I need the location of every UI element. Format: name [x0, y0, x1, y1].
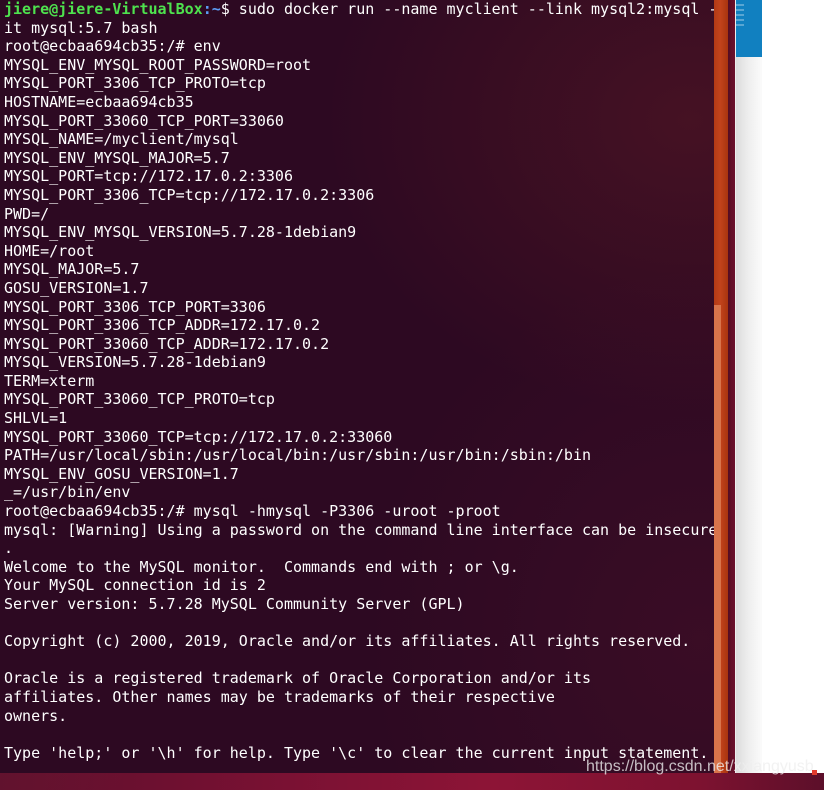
- terminal-text: Type 'help;' or '\h' for help. Type '\c'…: [4, 743, 709, 762]
- terminal-line: TERM=xterm: [0, 372, 714, 391]
- terminal-line: HOME=/root: [0, 242, 714, 261]
- terminal-text: _=/usr/bin/env: [4, 483, 131, 502]
- page-scrollbar-grip-icon: [736, 4, 744, 26]
- terminal-text: MYSQL_PORT_3306_TCP=tcp://172.17.0.2:330…: [4, 185, 375, 204]
- terminal-text: Copyright (c) 2000, 2019, Oracle and/or …: [4, 632, 691, 651]
- terminal-line: MYSQL_PORT_33060_TCP=tcp://172.17.0.2:33…: [0, 428, 714, 447]
- terminal-text: MYSQL_PORT_33060_TCP_PROTO=tcp: [4, 390, 275, 409]
- terminal-text: MYSQL_ENV_MYSQL_VERSION=5.7.28-1debian9: [4, 223, 357, 242]
- terminal-line: MYSQL_NAME=/myclient/mysql: [0, 130, 714, 149]
- terminal-line: MYSQL_ENV_MYSQL_MAJOR=5.7: [0, 149, 714, 168]
- terminal-text: Your MySQL connection id is 2: [4, 576, 266, 595]
- terminal-text: mysql: [Warning] Using a password on the…: [4, 520, 714, 539]
- terminal-line: MYSQL_ENV_GOSU_VERSION=1.7: [0, 465, 714, 484]
- terminal-text: HOSTNAME=ecbaa694cb35: [4, 92, 194, 111]
- terminal-line: MYSQL_VERSION=5.7.28-1debian9: [0, 353, 714, 372]
- terminal-line: MYSQL_PORT_3306_TCP_PROTO=tcp: [0, 74, 714, 93]
- terminal-text: MYSQL_PORT_33060_TCP_PORT=33060: [4, 111, 284, 130]
- terminal-line: MYSQL_MAJOR=5.7: [0, 260, 714, 279]
- page-scrollbar-track[interactable]: [736, 57, 762, 773]
- terminal-text: Welcome to the MySQL monitor. Commands e…: [4, 557, 519, 576]
- terminal-text: .: [4, 539, 14, 558]
- terminal-line: MYSQL_PORT_3306_TCP=tcp://172.17.0.2:330…: [0, 186, 714, 205]
- terminal-text: MYSQL_PORT_3306_TCP_PORT=3306: [4, 297, 266, 316]
- terminal-text: PATH=/usr/local/sbin:/usr/local/bin:/usr…: [4, 446, 591, 465]
- terminal-line: jiere@jiere-VirtualBox:~$ sudo docker ru…: [0, 0, 714, 19]
- prompt-user-host: jiere@jiere-VirtualBox: [4, 0, 203, 18]
- terminal-line: HOSTNAME=ecbaa694cb35: [0, 93, 714, 112]
- terminal-text: it mysql:5.7 bash: [4, 18, 158, 37]
- terminal-line: affiliates. Other names may be trademark…: [0, 688, 714, 707]
- terminal-line: root@ecbaa694cb35:/# mysql -hmysql -P330…: [0, 502, 714, 521]
- terminal-line: SHLVL=1: [0, 409, 714, 428]
- terminal-text: GOSU_VERSION=1.7: [4, 278, 149, 297]
- terminal-command: mysql -hmysql -P3306 -uroot -proot: [184, 502, 501, 521]
- terminal-text: MYSQL_PORT_33060_TCP_ADDR=172.17.0.2: [4, 334, 330, 353]
- terminal-line: GOSU_VERSION=1.7: [0, 279, 714, 298]
- terminal-line: Type 'help;' or '\h' for help. Type '\c'…: [0, 744, 714, 763]
- terminal-line: Copyright (c) 2000, 2019, Oracle and/or …: [0, 632, 714, 651]
- terminal-line: .: [0, 539, 714, 558]
- terminal-line: mysql: [Warning] Using a password on the…: [0, 521, 714, 540]
- terminal-line: [0, 614, 714, 633]
- terminal-line: [0, 725, 714, 744]
- terminal-line: MYSQL_ENV_MYSQL_VERSION=5.7.28-1debian9: [0, 223, 714, 242]
- terminal-line: _=/usr/bin/env: [0, 483, 714, 502]
- prompt-sigil: $: [220, 0, 230, 18]
- terminal-text: MYSQL_PORT=tcp://172.17.0.2:3306: [4, 167, 293, 186]
- terminal-text: MYSQL_PORT_3306_TCP_ADDR=172.17.0.2: [4, 316, 321, 335]
- terminal-command: sudo docker run --name myclient --link m…: [229, 0, 714, 18]
- terminal-window[interactable]: jiere@jiere-VirtualBox:~$ sudo docker ru…: [0, 0, 728, 773]
- terminal-line: [0, 651, 714, 670]
- terminal-line: Server version: 5.7.28 MySQL Community S…: [0, 595, 714, 614]
- terminal-text: MYSQL_PORT_33060_TCP=tcp://172.17.0.2:33…: [4, 427, 393, 446]
- terminal-line: [0, 762, 714, 773]
- terminal-text: Server version: 5.7.28 MySQL Community S…: [4, 595, 465, 613]
- terminal-line: Your MySQL connection id is 2: [0, 576, 714, 595]
- terminal-text: Oracle is a registered trademark of Orac…: [4, 669, 591, 688]
- terminal-text: affiliates. Other names may be trademark…: [4, 687, 555, 706]
- terminal-line: PATH=/usr/local/sbin:/usr/local/bin:/usr…: [0, 446, 714, 465]
- terminal-line: owners.: [0, 707, 714, 726]
- terminal-output-area[interactable]: jiere@jiere-VirtualBox:~$ sudo docker ru…: [0, 0, 714, 773]
- terminal-text: PWD=/: [4, 204, 50, 223]
- terminal-line: MYSQL_PORT_33060_TCP_PORT=33060: [0, 112, 714, 131]
- terminal-text: HOME=/root: [4, 241, 95, 260]
- terminal-scrollbar-thumb[interactable]: [714, 305, 721, 773]
- terminal-line: MYSQL_PORT_3306_TCP_ADDR=172.17.0.2: [0, 316, 714, 335]
- terminal-text: MYSQL_NAME=/myclient/mysql: [4, 130, 239, 149]
- terminal-text: SHLVL=1: [4, 409, 68, 428]
- terminal-text: MYSQL_MAJOR=5.7: [4, 260, 140, 279]
- terminal-text: MYSQL_ENV_MYSQL_MAJOR=5.7: [4, 148, 230, 167]
- terminal-line: PWD=/: [0, 205, 714, 224]
- terminal-line: MYSQL_ENV_MYSQL_ROOT_PASSWORD=root: [0, 56, 714, 75]
- terminal-text: TERM=xterm: [4, 371, 95, 390]
- terminal-text: owners.: [4, 706, 68, 725]
- prompt-path: :~: [202, 0, 221, 18]
- terminal-line: MYSQL_PORT_33060_TCP_ADDR=172.17.0.2: [0, 335, 714, 354]
- terminal-line: MYSQL_PORT=tcp://172.17.0.2:3306: [0, 167, 714, 186]
- terminal-line: Welcome to the MySQL monitor. Commands e…: [0, 558, 714, 577]
- terminal-command: env: [184, 37, 221, 56]
- csdn-watermark-dot-icon: [812, 770, 817, 775]
- terminal-line: Oracle is a registered trademark of Orac…: [0, 669, 714, 688]
- terminal-text: MYSQL_VERSION=5.7.28-1debian9: [4, 353, 266, 372]
- terminal-text: MYSQL_PORT_3306_TCP_PROTO=tcp: [4, 74, 266, 93]
- terminal-line: root@ecbaa694cb35:/# env: [0, 37, 714, 56]
- terminal-text: MYSQL_ENV_GOSU_VERSION=1.7: [4, 464, 239, 483]
- container-prompt: root@ecbaa694cb35:/#: [4, 37, 185, 56]
- terminal-text: MYSQL_ENV_MYSQL_ROOT_PASSWORD=root: [4, 55, 312, 74]
- container-prompt: root@ecbaa694cb35:/#: [4, 502, 185, 521]
- terminal-line: it mysql:5.7 bash: [0, 19, 714, 38]
- terminal-line: MYSQL_PORT_3306_TCP_PORT=3306: [0, 298, 714, 317]
- terminal-line: MYSQL_PORT_33060_TCP_PROTO=tcp: [0, 390, 714, 409]
